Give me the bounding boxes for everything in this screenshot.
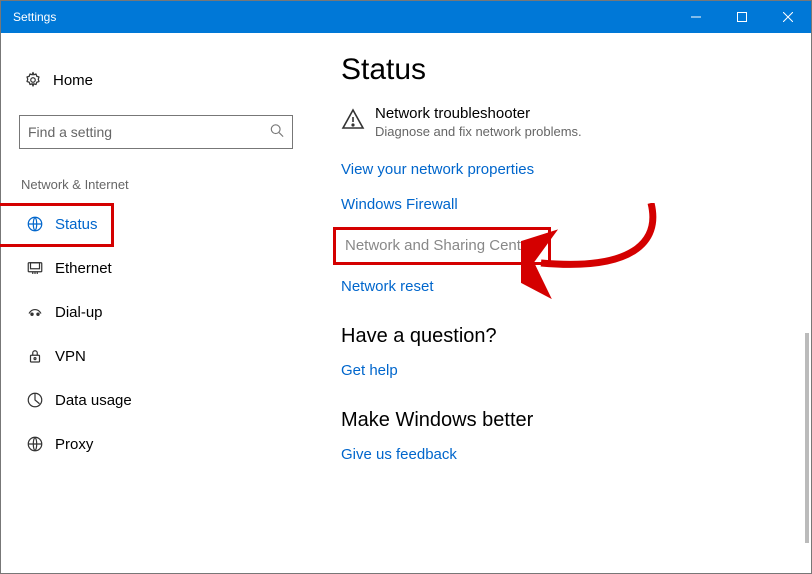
sidebar-item-label: Dial-up: [55, 304, 103, 321]
datausage-icon: [21, 391, 49, 409]
main-panel: Status Network troubleshooter Diagnose a…: [311, 33, 811, 573]
network-troubleshooter[interactable]: Network troubleshooter Diagnose and fix …: [341, 105, 781, 139]
close-button[interactable]: [765, 1, 811, 33]
sidebar-item-proxy[interactable]: Proxy: [19, 422, 293, 466]
link-give-feedback[interactable]: Give us feedback: [341, 446, 781, 463]
annotation-arrow: [521, 203, 681, 323]
search-input[interactable]: Find a setting: [19, 115, 293, 149]
link-get-help[interactable]: Get help: [341, 362, 781, 379]
troubleshooter-subtitle: Diagnose and fix network problems.: [375, 124, 582, 139]
sidebar: Home Find a setting Network & Internet S…: [1, 33, 311, 573]
heading-have-question: Have a question?: [341, 325, 781, 348]
troubleshooter-title: Network troubleshooter: [375, 105, 582, 122]
home-button[interactable]: Home: [19, 59, 293, 101]
sidebar-item-label: Proxy: [55, 436, 93, 453]
link-network-reset[interactable]: Network reset: [341, 278, 781, 295]
sidebar-item-status[interactable]: Status: [19, 202, 293, 246]
gear-icon: [19, 71, 47, 89]
sidebar-item-label: Status: [55, 216, 98, 233]
window-titlebar: Settings: [1, 1, 811, 33]
vpn-icon: [21, 347, 49, 365]
proxy-icon: [21, 435, 49, 453]
scrollbar[interactable]: [797, 33, 811, 573]
minimize-button[interactable]: [673, 1, 719, 33]
status-icon: [21, 215, 49, 233]
search-icon: [270, 124, 284, 141]
warning-icon: [341, 107, 365, 134]
heading-make-windows-better: Make Windows better: [341, 409, 781, 432]
link-view-properties[interactable]: View your network properties: [341, 161, 781, 178]
window-title: Settings: [13, 10, 56, 24]
sidebar-item-dialup[interactable]: Dial-up: [19, 290, 293, 334]
sidebar-item-datausage[interactable]: Data usage: [19, 378, 293, 422]
sidebar-item-ethernet[interactable]: Ethernet: [19, 246, 293, 290]
sidebar-item-label: Ethernet: [55, 260, 112, 277]
sidebar-item-vpn[interactable]: VPN: [19, 334, 293, 378]
maximize-button[interactable]: [719, 1, 765, 33]
window-controls: [673, 1, 811, 33]
ethernet-icon: [21, 259, 49, 277]
sidebar-item-label: VPN: [55, 348, 86, 365]
home-label: Home: [53, 72, 93, 89]
link-windows-firewall[interactable]: Windows Firewall: [341, 196, 781, 213]
link-sharing-center[interactable]: Network and Sharing Center: [341, 231, 538, 260]
page-title: Status: [341, 53, 781, 87]
search-placeholder: Find a setting: [28, 124, 112, 140]
scrollbar-thumb[interactable]: [805, 333, 809, 543]
dialup-icon: [21, 303, 49, 321]
sidebar-item-label: Data usage: [55, 392, 132, 409]
sidebar-category: Network & Internet: [19, 177, 293, 192]
